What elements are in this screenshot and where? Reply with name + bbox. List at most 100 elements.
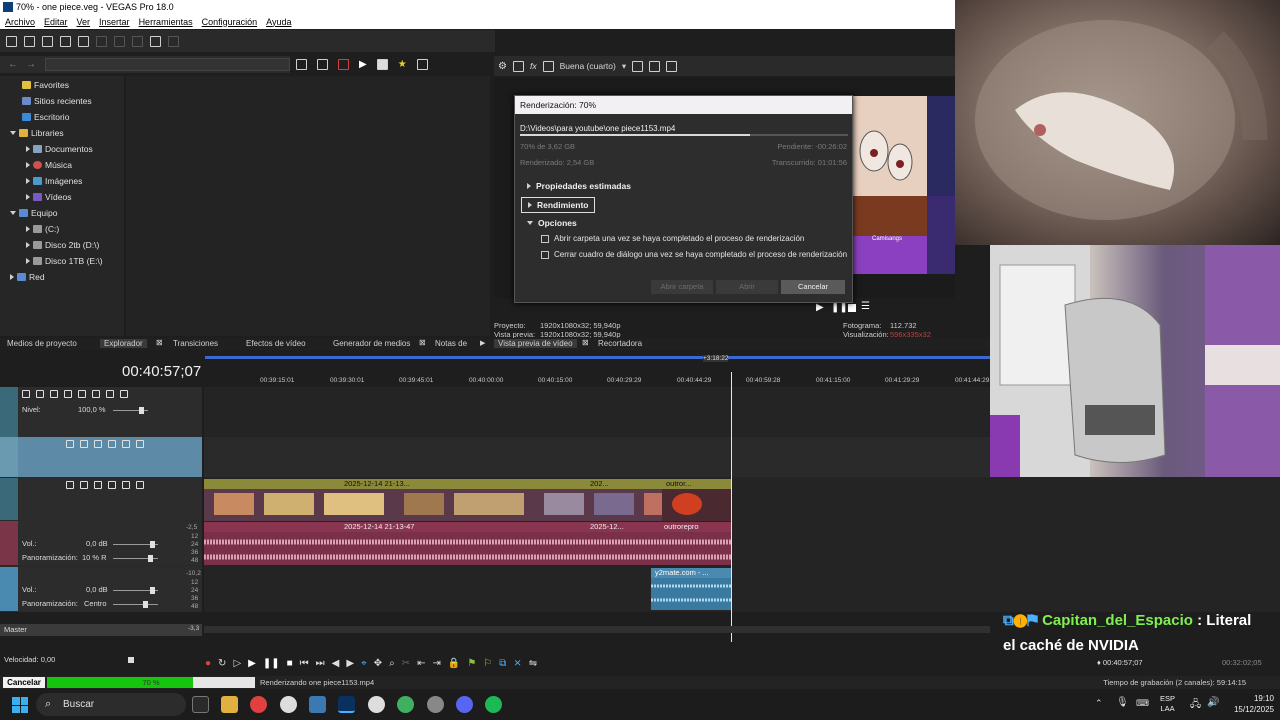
file-explorer-icon[interactable] [221, 696, 238, 713]
menu-archivo[interactable]: Archivo [5, 17, 35, 27]
track-header-3[interactable] [0, 478, 202, 520]
windows-start-icon[interactable] [12, 697, 28, 713]
tree-computer[interactable]: Equipo [10, 208, 57, 218]
save-snapshot-icon[interactable] [666, 60, 678, 72]
auto-crossfade-icon[interactable]: ⨯ [513, 658, 521, 669]
vol-slider[interactable] [113, 587, 158, 594]
normal-edit-tool-icon[interactable]: ⌖ [361, 658, 367, 669]
menu-ayuda[interactable]: Ayuda [266, 17, 291, 27]
undo-icon[interactable] [150, 35, 161, 47]
tab-recortadora[interactable]: Recortadora [598, 339, 642, 348]
menu-configuracion[interactable]: Configuración [202, 17, 258, 27]
fx-icon[interactable] [94, 440, 102, 448]
obs-icon[interactable] [280, 696, 297, 713]
speed-slider-knob[interactable] [128, 657, 134, 663]
tab-generador[interactable]: Generador de medios [333, 339, 410, 348]
tree-desktop[interactable]: Escritorio [22, 112, 69, 122]
split-screen-icon[interactable] [542, 60, 554, 72]
cancel-render-button[interactable]: Cancelar [3, 677, 45, 688]
timeline-playhead[interactable] [731, 372, 732, 642]
forward-arrow-icon[interactable]: → [26, 59, 36, 70]
timeline-tracks-extension[interactable] [990, 477, 1280, 612]
xbox-icon[interactable] [397, 696, 414, 713]
collapse-arrow-icon[interactable] [26, 146, 30, 152]
back-arrow-icon[interactable]: ← [8, 59, 18, 70]
move-icon[interactable] [66, 481, 74, 489]
timeline-timecode[interactable]: 00:40:57;07 [122, 363, 201, 380]
move-icon[interactable] [50, 390, 58, 398]
chevron-down-icon[interactable]: ▾ [622, 61, 626, 72]
tree-music[interactable]: Música [26, 160, 72, 170]
keyboard-icon[interactable]: ⌨ [1136, 698, 1149, 709]
play-icon[interactable]: ▶ [359, 59, 367, 70]
paste-icon[interactable] [132, 35, 143, 47]
chrome-icon[interactable] [250, 696, 267, 713]
section-options[interactable]: Opciones [527, 218, 577, 228]
pan-slider[interactable] [113, 601, 158, 608]
lock-icon[interactable]: 🔒 [448, 658, 460, 669]
trim-icon[interactable]: ⇤ [417, 658, 425, 669]
stop-icon[interactable]: ■ [287, 658, 293, 669]
play-icon[interactable]: ▶ [816, 302, 824, 313]
go-end-icon[interactable]: ⏭ [316, 658, 325, 669]
solo-icon[interactable] [136, 440, 144, 448]
tab-close-icon[interactable]: ⊠ [419, 338, 426, 347]
tree-libraries[interactable]: Libraries [10, 128, 64, 138]
open-folder-button[interactable]: Abrir carpeta [651, 280, 713, 294]
taskbar-search[interactable]: ⌕ Buscar [36, 693, 186, 716]
marker-icon[interactable]: ⚑ [467, 658, 476, 669]
stop-icon[interactable] [848, 304, 856, 312]
collapse-arrow-icon[interactable] [26, 226, 30, 232]
composite-icon[interactable] [92, 390, 100, 398]
tab-efectos[interactable]: Efectos de vídeo [246, 339, 306, 348]
preview-settings-icon[interactable] [512, 60, 524, 72]
cancel-render-button[interactable]: Cancelar [781, 280, 845, 294]
tree-recent[interactable]: Sitios recientes [22, 96, 92, 106]
volume-icon[interactable]: 🔊 [1207, 697, 1219, 708]
tree-drive-c[interactable]: (C:) [26, 224, 59, 234]
discord-icon[interactable] [456, 696, 473, 713]
menu-ver[interactable]: Ver [77, 17, 91, 27]
loop-region-bar[interactable] [205, 356, 990, 359]
go-start-icon[interactable]: ⏮ [300, 658, 309, 669]
automation-icon[interactable] [36, 390, 44, 398]
slider-knob[interactable] [150, 587, 155, 594]
audio-clip-main[interactable]: 2025-12-14 21-13-47 2025-12... outrorepr… [204, 522, 732, 565]
obs-icon[interactable] [368, 696, 385, 713]
menu-herramientas[interactable]: Herramientas [139, 17, 193, 27]
copy-snapshot-icon[interactable] [649, 60, 661, 72]
slider-knob[interactable] [139, 407, 144, 414]
stop-icon[interactable] [376, 59, 388, 70]
microphone-icon[interactable]: 🎙 [1116, 697, 1129, 708]
tab-vista-previa[interactable]: Vista previa de vídeo [494, 339, 577, 348]
tree-images[interactable]: Imágenes [26, 176, 82, 186]
open-button[interactable]: Abrir [716, 280, 778, 294]
move-icon[interactable] [64, 390, 72, 398]
envelope-tool-icon[interactable]: ✥ [374, 658, 382, 669]
play-icon[interactable]: ▶ [248, 658, 256, 669]
tab-notas[interactable]: Notas de [435, 339, 467, 348]
collapse-arrow-icon[interactable] [26, 162, 30, 168]
track-lane-2[interactable] [204, 437, 990, 477]
timeline-ruler[interactable]: 00:39:15:01 00:39:30:01 00:39:45:01 00:4… [205, 373, 990, 386]
option-close-dialog[interactable]: Cerrar cuadro de diálogo una vez se haya… [541, 250, 847, 259]
region-icon[interactable]: ⚐ [483, 658, 492, 669]
checkbox[interactable] [541, 250, 549, 259]
spotify-icon[interactable] [485, 696, 502, 713]
pause-icon[interactable]: ❚❚ [263, 658, 280, 669]
steam-icon[interactable] [309, 696, 326, 713]
cut-icon[interactable] [96, 35, 107, 47]
collapse-arrow-icon[interactable] [10, 274, 14, 280]
copilot-icon[interactable] [192, 696, 209, 713]
vegas-taskbar-icon[interactable] [338, 696, 355, 713]
tree-drive-d[interactable]: Disco 2tb (D:\) [26, 240, 99, 250]
menu-icon[interactable]: ☰ [861, 301, 870, 312]
slider-knob[interactable] [148, 555, 153, 562]
slider-knob[interactable] [150, 541, 155, 548]
zoom-tool-icon[interactable]: ⌕ [389, 658, 395, 669]
app-icon[interactable] [427, 696, 444, 713]
explorer-path-input[interactable] [45, 58, 290, 71]
mute-icon[interactable] [122, 481, 130, 489]
fx-icon[interactable] [78, 390, 86, 398]
tab-medios[interactable]: Medios de proyecto [7, 339, 77, 348]
